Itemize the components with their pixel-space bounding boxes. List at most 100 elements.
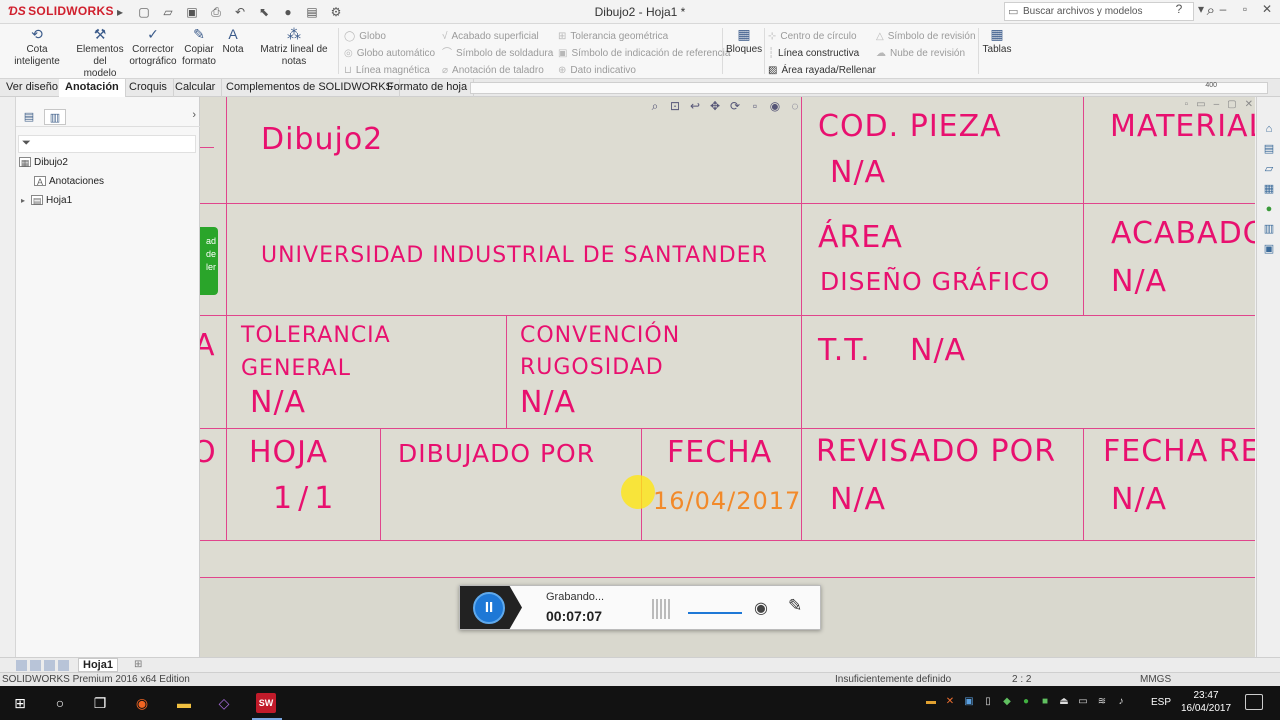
drawing-sheet[interactable]: ad de ler Dibujo2 COD. PIEZA N/A MATERIA… (200, 97, 1255, 578)
elementos-modelo-button[interactable]: ⚒ Elementos del modelo (76, 27, 124, 80)
bloques-button[interactable]: ▦ Bloques (726, 27, 762, 56)
volume-slider[interactable] (688, 612, 742, 614)
task-view-icon[interactable]: ❐ (90, 693, 110, 713)
chevron-right-icon[interactable]: › (192, 109, 196, 121)
simbolo-soldadura-button[interactable]: ⌒ Símbolo de soldadura (442, 45, 553, 62)
unit-system[interactable]: MMGS (1140, 674, 1171, 685)
matriz-lineal-notas-button[interactable]: ⁂ Matriz lineal de notas (248, 27, 340, 68)
simbolo-referencia-button[interactable]: ▣ Símbolo de indicación de referencia (558, 45, 730, 62)
globo-automatico-button[interactable]: ◎ Globo automático (344, 45, 435, 62)
usb-icon[interactable]: ⏏ (1058, 696, 1070, 707)
rebuild-icon[interactable]: ● (278, 3, 298, 21)
tree-item-anotaciones[interactable]: A Anotaciones (34, 176, 104, 187)
firefox-icon[interactable]: ◉ (132, 693, 152, 713)
tolerancia-geometrica-button[interactable]: ⊞ Tolerancia geométrica (558, 28, 730, 45)
doc-tile-icon[interactable]: ▭ (1196, 99, 1205, 110)
rotate-icon[interactable]: ⟳ (728, 99, 742, 114)
tray-app-icon[interactable]: ▬ (925, 696, 937, 707)
area-value[interactable]: DISEÑO GRÁFICO (820, 267, 1050, 296)
cod-pieza-label[interactable]: COD. PIEZA (818, 109, 1002, 144)
convencion-value[interactable]: N/A (520, 385, 576, 420)
fecha-rev-label[interactable]: FECHA REV (1103, 434, 1255, 469)
centro-circulo-button[interactable]: ⊹ Centro de círculo (768, 28, 876, 45)
convencion-label-1[interactable]: CONVENCIÓN (520, 323, 680, 348)
undo-icon[interactable]: ↶ (230, 3, 250, 21)
pause-icon[interactable]: II (473, 592, 505, 624)
pen-icon[interactable]: ✎ (788, 596, 802, 616)
copiar-formato-button[interactable]: ✎ Copiar formato (180, 27, 218, 68)
system-clock[interactable]: 23:47 16/04/2017 (1178, 689, 1234, 715)
volume-icon[interactable]: ♪ (1115, 696, 1127, 707)
acabado-value[interactable]: N/A (1111, 264, 1167, 299)
anotacion-taladro-button[interactable]: ⌀ Anotación de taladro (442, 62, 553, 79)
globo-button[interactable]: ◯ Globo (344, 28, 435, 45)
simbolo-revision-button[interactable]: △ Símbolo de revisión (876, 28, 976, 45)
property-manager-tab-icon[interactable]: ▥ (44, 109, 66, 125)
revisado-por-value[interactable]: N/A (830, 482, 886, 517)
options-icon[interactable]: ⚙ (326, 3, 346, 21)
edit-pan-icon[interactable]: ✥ (708, 99, 722, 114)
university-name[interactable]: UNIVERSIDAD INDUSTRIAL DE SANTANDER (261, 243, 768, 268)
appearances-icon[interactable]: ● (1261, 201, 1277, 217)
tree-item-dibujo[interactable]: ▦ Dibujo2 (19, 157, 68, 168)
tree-item-hoja[interactable]: ▸ ▤ Hoja1 (21, 195, 72, 206)
dato-indicativo-button[interactable]: ⊕ Dato indicativo (558, 62, 730, 79)
file-explorer-icon[interactable]: ▱ (1261, 161, 1277, 177)
doc-restore-icon[interactable]: ▫ (1185, 99, 1189, 110)
cota-inteligente-button[interactable]: ⟲ Cota inteligente (4, 27, 70, 68)
notifications-icon[interactable] (1245, 694, 1263, 710)
forum-icon[interactable]: ▣ (1261, 241, 1277, 257)
nube-revision-button[interactable]: ☁ Nube de revisión (876, 45, 976, 62)
tolerancia-value[interactable]: N/A (250, 385, 306, 420)
file-explorer-icon[interactable]: ▬ (174, 693, 194, 713)
nota-button[interactable]: A Nota (220, 27, 246, 56)
tolerancia-label-1[interactable]: TOLERANCIA (241, 323, 391, 348)
print-icon[interactable]: ⎙ (206, 3, 226, 21)
view-palette-icon[interactable]: ▦ (1261, 181, 1277, 197)
tray-app-icon[interactable]: ● (1020, 696, 1032, 707)
convencion-label-2[interactable]: RUGOSIDAD (520, 355, 664, 380)
acabado-label[interactable]: ACABADO (1111, 216, 1255, 251)
view-settings-icon[interactable]: ▫ (748, 99, 762, 114)
save-icon[interactable]: ▣ (182, 3, 202, 21)
tolerancia-label-2[interactable]: GENERAL (241, 356, 351, 381)
tt-value[interactable]: N/A (910, 333, 966, 368)
tab-ver-diseno[interactable]: Ver diseño (0, 79, 65, 97)
cod-pieza-value[interactable]: N/A (830, 155, 886, 190)
fecha-rev-value[interactable]: N/A (1111, 482, 1167, 517)
visual-studio-icon[interactable]: ◇ (214, 693, 234, 713)
zoom-to-fit-icon[interactable]: ⌕ (648, 99, 662, 114)
tray-app-icon[interactable]: ▯ (982, 696, 994, 707)
open-file-icon[interactable]: ▱ (158, 3, 178, 21)
tray-app-icon[interactable]: ▣ (963, 696, 975, 707)
sheet-scale[interactable]: 2 : 2 (1012, 674, 1031, 685)
design-library-icon[interactable]: ▤ (1261, 141, 1277, 157)
previous-view-icon[interactable]: ↩ (688, 99, 702, 114)
linea-magnetica-button[interactable]: ⊔ Línea magnética (344, 62, 435, 79)
tray-app-icon[interactable]: ✕ (944, 696, 956, 707)
zoom-to-area-icon[interactable]: ⊡ (668, 99, 682, 114)
close-icon[interactable]: ✕ (1260, 2, 1274, 16)
hoja-value[interactable]: 1/1 (273, 481, 339, 516)
corrector-ortografico-button[interactable]: ✓ Corrector ortográfico (128, 27, 178, 68)
fecha-label[interactable]: FECHA (667, 435, 772, 470)
hide-show-icon[interactable]: ◉ (768, 99, 782, 114)
doc-minimize-icon[interactable]: – (1214, 99, 1220, 110)
minimize-icon[interactable]: – (1216, 2, 1230, 16)
hoja-label[interactable]: HOJA (249, 435, 328, 470)
tree-filter-input[interactable]: ⏷ (18, 135, 196, 153)
home-icon[interactable]: ⌂ (1261, 121, 1277, 137)
add-sheet-icon[interactable]: ⊞ (134, 659, 142, 670)
expand-menu-icon[interactable]: ▸ (110, 3, 130, 21)
tab-formato-hoja[interactable]: Formato de hoja (381, 79, 475, 97)
wifi-icon[interactable]: ≋ (1096, 696, 1108, 707)
input-language[interactable]: ESP (1151, 697, 1171, 708)
sheet-navigation-buttons[interactable] (16, 660, 70, 671)
custom-properties-icon[interactable]: ▥ (1261, 221, 1277, 237)
windows-start-icon[interactable]: ⊞ (10, 693, 30, 713)
tablas-button[interactable]: ▦ Tablas (982, 27, 1012, 56)
solidworks-logo[interactable]: ƊS SOLIDWORKS (8, 4, 114, 20)
acabado-superficial-button[interactable]: √ Acabado superficial (442, 28, 553, 45)
feature-tree-tab-icon[interactable]: ▤ (18, 109, 40, 125)
select-icon[interactable]: ⬉ (254, 3, 274, 21)
